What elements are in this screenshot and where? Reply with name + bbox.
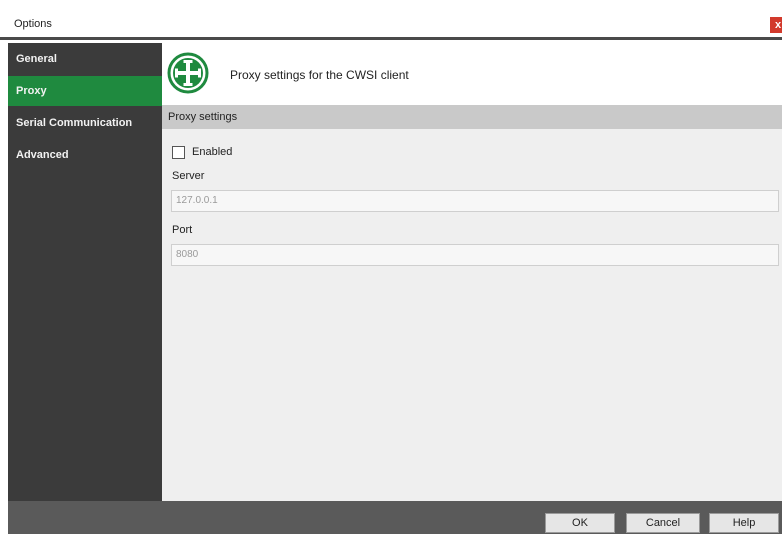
- sidebar-item-proxy[interactable]: Proxy: [8, 76, 162, 106]
- server-label: Server: [172, 170, 205, 182]
- server-field[interactable]: 127.0.0.1: [171, 190, 779, 212]
- content-header: Proxy settings for the CWSI client: [162, 43, 782, 105]
- sidebar-item-general[interactable]: General: [8, 44, 162, 74]
- port-label: Port: [172, 224, 193, 236]
- help-button[interactable]: Help: [709, 513, 779, 533]
- enabled-label[interactable]: Enabled: [192, 146, 232, 158]
- page-title: Proxy settings for the CWSI client: [230, 68, 409, 82]
- button-bar: OK Cancel Help: [8, 501, 782, 534]
- section-title: Proxy settings: [168, 111, 238, 123]
- close-icon[interactable]: x: [770, 17, 782, 33]
- content-panel: Proxy settings for the CWSI client Proxy…: [162, 43, 782, 501]
- title-bar: Options x: [0, 10, 782, 40]
- section-header: Proxy settings: [162, 105, 782, 129]
- cancel-button[interactable]: Cancel: [626, 513, 700, 533]
- green-cross-logo-icon: [167, 52, 209, 94]
- port-field[interactable]: 8080: [171, 244, 779, 266]
- enabled-checkbox[interactable]: [172, 146, 185, 159]
- sidebar-item-advanced[interactable]: Advanced: [8, 140, 162, 170]
- window-title: Options: [14, 18, 52, 30]
- ok-button[interactable]: OK: [545, 513, 615, 533]
- sidebar-item-serial-communication[interactable]: Serial Communication: [8, 108, 162, 138]
- sidebar: General Proxy Serial Communication Advan…: [8, 43, 162, 501]
